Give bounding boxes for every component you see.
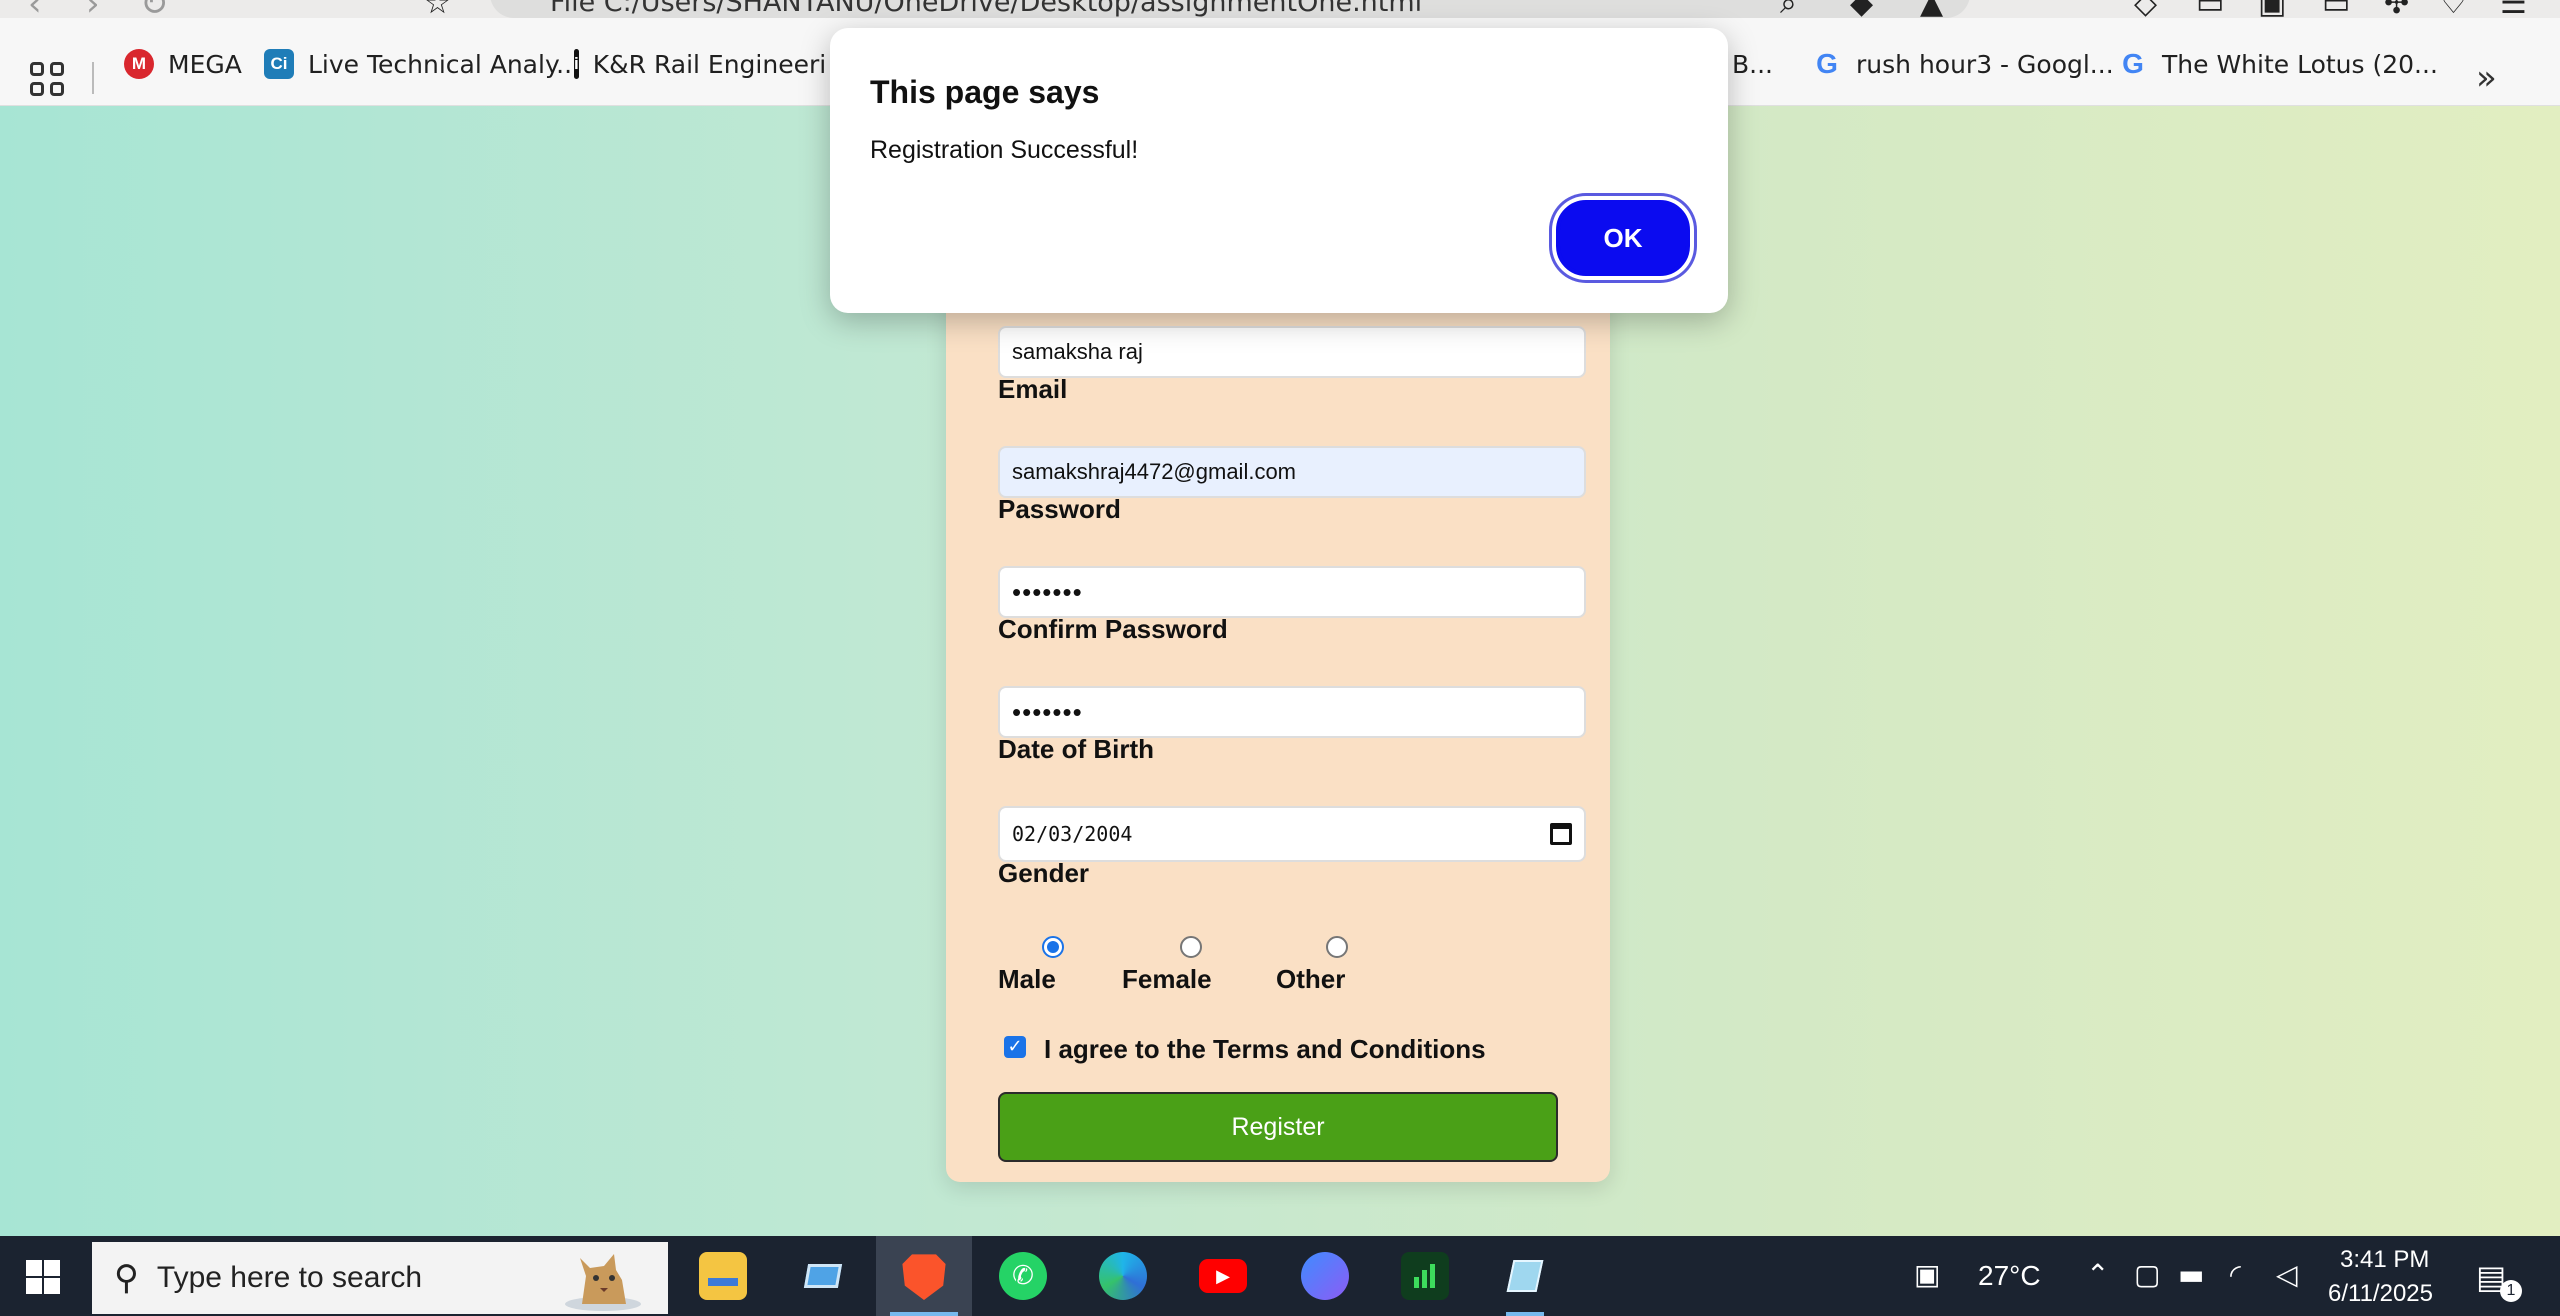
- taskbar-brave[interactable]: [876, 1236, 972, 1316]
- dialog-title: This page says: [870, 74, 1100, 110]
- dialog-ok-button[interactable]: OK: [1556, 200, 1690, 276]
- collections-icon[interactable]: ▣: [2258, 0, 2286, 18]
- dob-input[interactable]: 02/03/2004: [998, 806, 1586, 862]
- gender-option-other: Other: [1276, 964, 1346, 994]
- password-input[interactable]: [998, 566, 1586, 618]
- wallet-icon[interactable]: ♡: [2440, 0, 2467, 18]
- taskbar-youtube[interactable]: ▶: [1190, 1236, 1256, 1316]
- email-label: Email: [998, 374, 1068, 404]
- extension-icon[interactable]: ▲: [1920, 0, 1943, 18]
- register-button[interactable]: Register: [998, 1092, 1558, 1162]
- terms-label: I agree to the Terms and Conditions: [1044, 1034, 1486, 1064]
- notification-count-badge: 1: [2500, 1280, 2522, 1302]
- extensions-icon[interactable]: ✣: [2384, 0, 2409, 18]
- whatsapp-icon: ✆: [999, 1252, 1047, 1300]
- search-placeholder: Type here to search: [156, 1261, 423, 1294]
- address-bar-text: File C:/Users/SHANTANU/OneDrive/Desktop/…: [550, 0, 1423, 18]
- battery-icon[interactable]: ▬: [2178, 1258, 2204, 1291]
- bookmark-label: B...: [1732, 49, 1773, 79]
- back-icon[interactable]: ‹: [28, 0, 42, 18]
- edge-icon: [1099, 1252, 1147, 1300]
- browser-icon: [1301, 1252, 1349, 1300]
- sidebar-icon[interactable]: ◇: [2134, 0, 2157, 18]
- gender-radio-male[interactable]: [1042, 936, 1064, 958]
- bookmark-white-lotus[interactable]: G The White Lotus (20...: [2118, 47, 2438, 81]
- gender-label: Gender: [998, 858, 1090, 888]
- mega-icon: M: [124, 49, 154, 79]
- taskbar-whatsapp[interactable]: ✆: [990, 1236, 1056, 1316]
- shield-icon[interactable]: ◆: [1850, 0, 1873, 18]
- meet-now-icon[interactable]: ▢: [2134, 1258, 2160, 1291]
- dob-value: 02/03/2004: [1012, 822, 1133, 846]
- taskbar-search[interactable]: ⚲ Type here to search: [92, 1242, 668, 1314]
- google-icon: G: [2122, 48, 2144, 79]
- confirm-password-label: Confirm Password: [998, 614, 1228, 644]
- bookmark-partial[interactable]: B...: [1732, 47, 1773, 81]
- menu-icon[interactable]: ☰: [2500, 0, 2527, 18]
- taskbar-note[interactable]: [1492, 1236, 1558, 1316]
- taskbar-edge[interactable]: [1090, 1236, 1156, 1316]
- weather-temperature[interactable]: 27°C: [1978, 1260, 2041, 1292]
- kr-rail-icon: i: [574, 49, 579, 79]
- note-app-icon: [1501, 1252, 1549, 1300]
- bookmark-live-technical[interactable]: Ci Live Technical Analy...: [264, 47, 580, 81]
- browser-toolbar: ‹ › ↻ ☆ File C:/Users/SHANTANU/OneDrive/…: [0, 0, 2560, 18]
- bookmark-star-icon[interactable]: ☆: [424, 0, 451, 18]
- news-widget-icon[interactable]: ▣: [1914, 1258, 1940, 1291]
- wifi-icon[interactable]: ◜: [2230, 1258, 2241, 1291]
- active-indicator: [890, 1312, 958, 1316]
- bookmark-mega[interactable]: M MEGA: [124, 47, 242, 81]
- calendar-icon[interactable]: [1550, 823, 1572, 845]
- name-input[interactable]: [998, 326, 1586, 378]
- volume-icon[interactable]: ◁: [2276, 1258, 2298, 1291]
- gender-radio-other[interactable]: [1326, 936, 1348, 958]
- terms-checkbox[interactable]: ✓: [1004, 1036, 1026, 1058]
- chart-app-icon: [1401, 1252, 1449, 1300]
- bookmark-rush-hour[interactable]: G rush hour3 - Googl...: [1812, 47, 2114, 81]
- youtube-icon: ▶: [1199, 1259, 1247, 1293]
- windows-taskbar: ⚲ Type here to search ✆ ▶ ▣ 27°C ⌃ ▢ ▬ ◜…: [0, 1236, 2560, 1316]
- bookmark-label: Live Technical Analy...: [308, 49, 581, 79]
- taskbar-charts[interactable]: [1392, 1236, 1458, 1316]
- bookmarks-divider: [92, 62, 94, 94]
- google-icon: G: [1816, 48, 1838, 79]
- alert-dialog: This page says Registration Successful! …: [830, 28, 1728, 313]
- password-label: Password: [998, 494, 1121, 524]
- search-icon: ⚲: [114, 1258, 139, 1298]
- bookmark-label: The White Lotus (20...: [2162, 49, 2438, 79]
- tabs-icon[interactable]: ▭: [2196, 0, 2224, 18]
- confirm-password-input[interactable]: [998, 686, 1586, 738]
- gender-radio-female[interactable]: [1180, 936, 1202, 958]
- windows-start-icon[interactable]: [26, 1260, 60, 1294]
- screenshot-icon[interactable]: ▭: [2322, 0, 2350, 18]
- taskbar-file-explorer[interactable]: [690, 1236, 756, 1316]
- taskbar-browser[interactable]: [1292, 1236, 1358, 1316]
- zoom-icon[interactable]: ⌕: [1780, 0, 1797, 18]
- bookmark-kr-rail[interactable]: i K&R Rail Engineerin: [574, 47, 824, 81]
- chevron-up-icon[interactable]: ⌃: [2086, 1258, 2109, 1291]
- brave-icon: [902, 1254, 946, 1300]
- bookmark-label: K&R Rail Engineerin: [592, 49, 824, 79]
- computer-icon: [799, 1252, 847, 1300]
- bookmark-label: MEGA: [168, 49, 242, 79]
- apps-grid-icon[interactable]: [30, 62, 64, 96]
- gender-option-female: Female: [1122, 964, 1212, 994]
- bookmark-label: rush hour3 - Googl...: [1856, 49, 2114, 79]
- taskbar-computer[interactable]: [790, 1236, 856, 1316]
- reload-icon[interactable]: ↻: [140, 0, 169, 18]
- clock-date[interactable]: 6/11/2025: [2328, 1280, 2433, 1308]
- clock-time[interactable]: 3:41 PM: [2340, 1246, 2429, 1274]
- running-indicator: [1506, 1312, 1544, 1316]
- dob-label: Date of Birth: [998, 734, 1154, 764]
- dialog-message: Registration Successful!: [870, 136, 1139, 164]
- lynx-illustration-icon: [565, 1254, 641, 1311]
- ci-icon: Ci: [264, 49, 294, 79]
- gender-option-male: Male: [998, 964, 1056, 994]
- more-bookmarks-icon[interactable]: »: [2476, 58, 2497, 98]
- folder-icon: [699, 1252, 747, 1300]
- forward-icon[interactable]: ›: [86, 0, 100, 18]
- email-input[interactable]: [998, 446, 1586, 498]
